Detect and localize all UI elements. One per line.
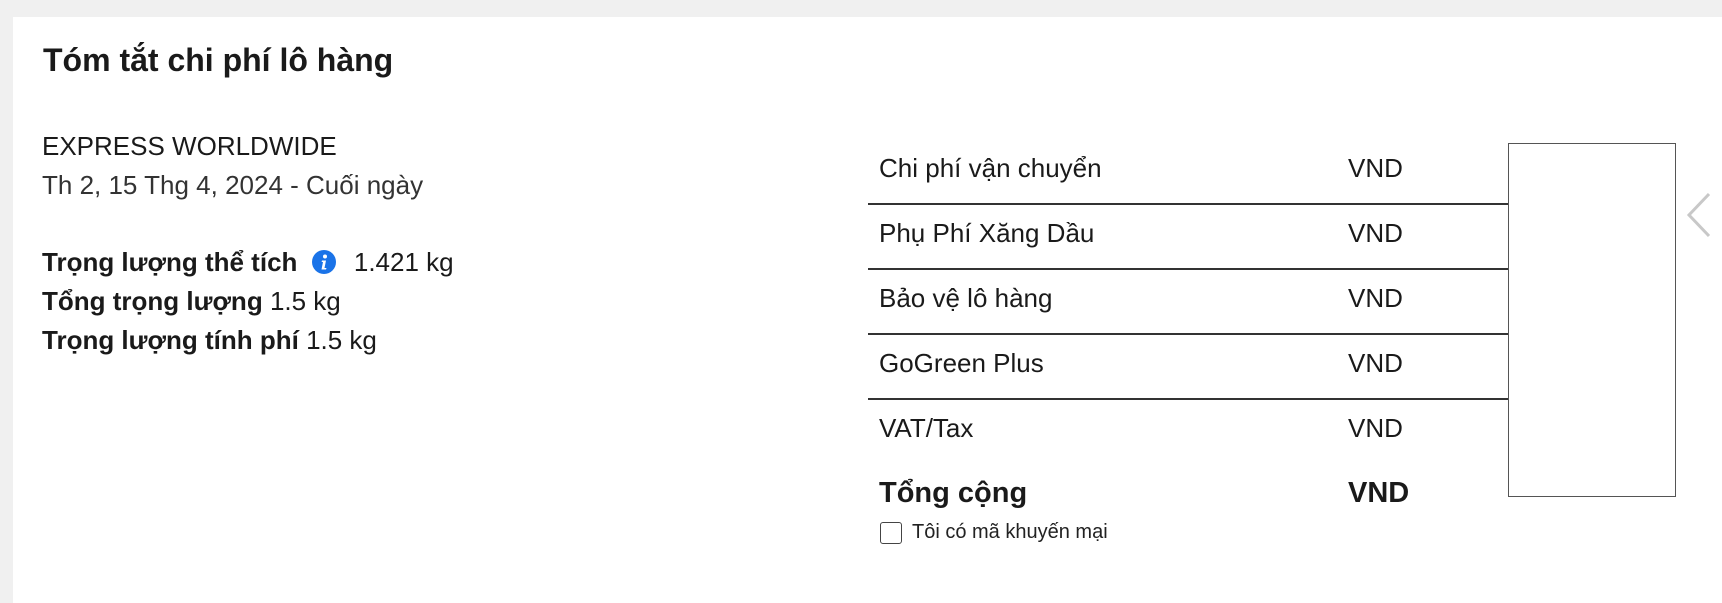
total-label: Tổng cộng xyxy=(879,477,1028,509)
volumetric-weight-label: Trọng lượng thể tích xyxy=(42,247,298,277)
cost-row-label: Bảo vệ lô hàng xyxy=(879,283,1053,313)
cost-row-fuel-surcharge: Phụ Phí Xăng Dầu VND xyxy=(868,205,1508,270)
cost-row-currency: VND xyxy=(1348,413,1403,443)
cost-row-label: Phụ Phí Xăng Dầu xyxy=(879,218,1095,248)
cost-row-shipping: Chi phí vận chuyển VND xyxy=(868,140,1508,205)
total-weight-label: Tổng trọng lượng xyxy=(42,286,263,316)
chargeable-weight-label: Trọng lượng tính phí xyxy=(42,325,299,355)
promo-code-option[interactable]: Tôi có mã khuyến mại xyxy=(880,521,1108,544)
cost-row-currency: VND xyxy=(1348,348,1403,378)
info-icon[interactable] xyxy=(311,247,337,274)
cost-row-label: GoGreen Plus xyxy=(879,348,1044,378)
weights-section: Trọng lượng thể tích 1.421 kg Tổng trọng… xyxy=(42,243,454,360)
total-weight-row: Tổng trọng lượng 1.5 kg xyxy=(42,282,454,321)
service-name: EXPRESS WORLDWIDE xyxy=(42,131,337,161)
cost-row-currency: VND xyxy=(1348,283,1403,313)
cost-row-vat-tax: VAT/Tax VND xyxy=(868,400,1508,463)
volumetric-weight-row: Trọng lượng thể tích 1.421 kg xyxy=(42,243,454,282)
volumetric-weight-value: 1.421 kg xyxy=(353,247,454,277)
cost-row-gogreen-plus: GoGreen Plus VND xyxy=(868,335,1508,400)
delivery-date: Th 2, 15 Thg 4, 2024 - Cuối ngày xyxy=(42,170,424,200)
cost-row-currency: VND xyxy=(1348,153,1403,183)
total-weight-value: 1.5 kg xyxy=(269,286,341,316)
cost-breakdown-table: Chi phí vận chuyển VND Phụ Phí Xăng Dầu … xyxy=(868,140,1508,526)
total-currency: VND xyxy=(1348,477,1410,509)
shipment-details: EXPRESS WORLDWIDE Th 2, 15 Thg 4, 2024 -… xyxy=(42,127,454,360)
cost-row-total: Tổng cộng VND xyxy=(868,463,1508,526)
chevron-left-icon[interactable] xyxy=(1683,190,1713,240)
cost-row-currency: VND xyxy=(1348,218,1403,248)
page-title: Tóm tắt chi phí lô hàng xyxy=(43,42,394,78)
cost-row-label: Chi phí vận chuyển xyxy=(879,153,1102,183)
chargeable-weight-value: 1.5 kg xyxy=(306,325,377,355)
chargeable-weight-row: Trọng lượng tính phí 1.5 kg xyxy=(42,321,454,360)
amount-values-box xyxy=(1508,143,1676,497)
cost-row-label: VAT/Tax xyxy=(879,413,974,443)
cost-row-shipment-protection: Bảo vệ lô hàng VND xyxy=(868,270,1508,335)
promo-code-checkbox[interactable] xyxy=(880,521,902,544)
promo-code-label: Tôi có mã khuyến mại xyxy=(912,521,1108,543)
